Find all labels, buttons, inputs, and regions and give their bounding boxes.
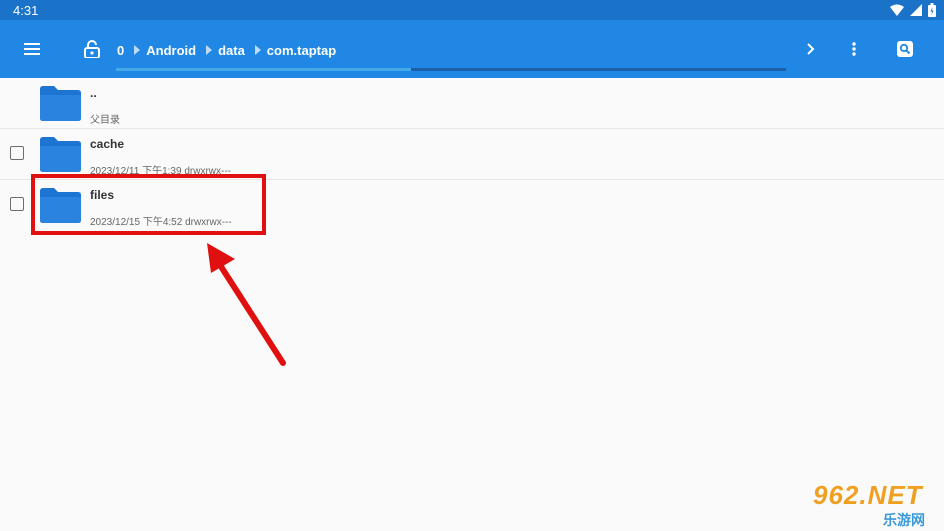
- folder-icon: [40, 86, 81, 121]
- progress-fill: [116, 68, 411, 71]
- menu-icon[interactable]: [21, 38, 43, 60]
- wifi-icon: [890, 4, 904, 16]
- item-name: cache: [90, 137, 125, 151]
- item-name: ..: [90, 86, 97, 100]
- search-icon[interactable]: [894, 38, 916, 60]
- watermark-subtext: 乐游网: [883, 512, 925, 528]
- breadcrumb-separator-icon: [254, 45, 261, 55]
- breadcrumb-item-com-taptap[interactable]: com.taptap: [267, 43, 336, 58]
- list-item-parent[interactable]: .. 父目录: [0, 78, 944, 129]
- breadcrumb-item-data[interactable]: data: [218, 43, 245, 58]
- battery-icon: [928, 3, 936, 17]
- more-vert-icon[interactable]: [843, 38, 865, 60]
- watermark-logo: 962.NET 乐游网: [805, 480, 940, 528]
- signal-icon: [910, 4, 922, 16]
- breadcrumb-item-root[interactable]: 0: [117, 43, 124, 58]
- status-time: 4:31: [13, 3, 39, 18]
- status-icons: [890, 3, 936, 17]
- breadcrumb-separator-icon: [206, 45, 213, 55]
- breadcrumb: 0 Android data com.taptap: [117, 42, 336, 58]
- breadcrumb-separator-icon: [134, 45, 141, 55]
- folder-icon: [40, 137, 81, 172]
- checkbox[interactable]: [10, 197, 24, 211]
- chevron-right-icon[interactable]: [800, 38, 822, 60]
- breadcrumb-item-android[interactable]: Android: [146, 43, 196, 58]
- lock-icon[interactable]: [81, 38, 103, 60]
- progress-bar: [116, 68, 786, 71]
- list-item-cache[interactable]: cache 2023/12/11 下午1:39 drwxrwx---: [0, 129, 944, 180]
- item-meta: 父目录: [90, 115, 120, 126]
- annotation-arrow-icon: [207, 243, 286, 366]
- checkbox[interactable]: [10, 146, 24, 160]
- toolbar: 0 Android data com.taptap: [0, 20, 944, 78]
- highlight-box: [31, 174, 266, 235]
- status-bar: 4:31: [0, 0, 944, 20]
- watermark-text: 962.NET: [813, 480, 923, 510]
